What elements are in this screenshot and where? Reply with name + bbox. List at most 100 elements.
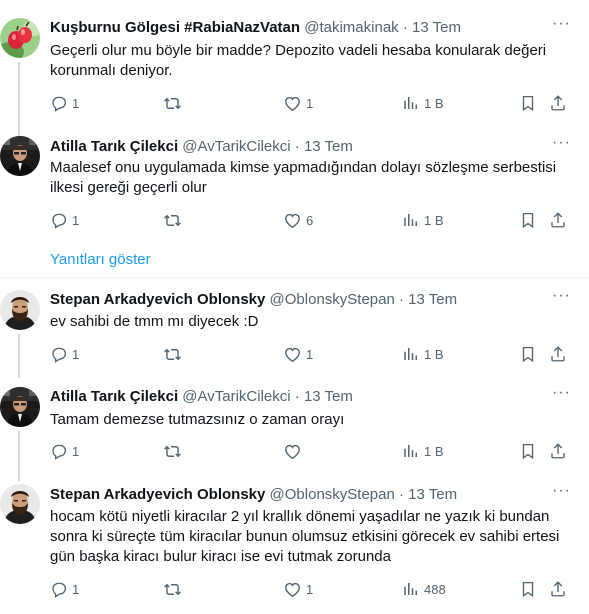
share-button[interactable] [549, 93, 567, 113]
tweet-text: Maalesef onu uygulamada kimse yapmadığın… [50, 159, 557, 196]
view-count: 488 [424, 581, 446, 597]
views-button[interactable]: 488 [402, 579, 446, 599]
timestamp[interactable]: 13 Tem [408, 291, 457, 308]
like-button[interactable]: 1 [283, 344, 313, 364]
retweet-button[interactable] [163, 210, 186, 230]
display-name[interactable]: Stepan Arkadyevich Oblonsky [50, 291, 265, 308]
tweet[interactable]: Stepan Arkadyevich Oblonsky @OblonskySte… [0, 278, 589, 378]
display-name[interactable]: Kuşburnu Gölgesi #RabiaNazVatan [50, 19, 300, 36]
user-handle[interactable]: @AvTarikCilekci [182, 138, 290, 155]
bookmark-icon [519, 345, 537, 363]
user-handle[interactable]: @takimakinak [304, 19, 398, 36]
reply-button[interactable]: 1 [50, 579, 79, 599]
reply-count: 1 [72, 443, 80, 459]
views-chart-icon [402, 580, 420, 598]
tweet-actions: 1 1 488 [50, 579, 570, 599]
separator-dot: · [294, 388, 300, 405]
user-handle[interactable]: @OblonskyStepan [270, 486, 395, 503]
rosehip-avatar-icon [0, 18, 40, 58]
user-handle[interactable]: @OblonskyStepan [270, 291, 395, 308]
bearded-man-avatar-icon [0, 290, 40, 330]
retweet-button[interactable] [163, 579, 186, 599]
reply-button[interactable]: 1 [50, 441, 79, 461]
tweet-header: Atilla Tarık Çilekci @AvTarikCilekci · 1… [50, 137, 353, 157]
timestamp[interactable]: 13 Tem [408, 486, 457, 503]
tweet[interactable]: Stepan Arkadyevich Oblonsky @OblonskySte… [0, 472, 589, 614]
retweet-button[interactable] [163, 344, 186, 364]
timestamp[interactable]: 13 Tem [304, 138, 353, 155]
views-button[interactable]: 1 B [402, 344, 444, 364]
share-button[interactable] [549, 344, 567, 364]
avatar[interactable] [0, 18, 40, 58]
reply-button[interactable]: 1 [50, 93, 79, 113]
tweet-actions: 1 1 B [50, 441, 570, 461]
bookmark-button[interactable] [519, 210, 537, 230]
share-button[interactable] [549, 210, 567, 230]
tweet[interactable]: Atilla Tarık Çilekci @AvTarikCilekci · 1… [0, 375, 589, 481]
like-button[interactable]: 6 [283, 210, 313, 230]
ellipsis-icon[interactable]: ··· [552, 133, 571, 153]
like-button[interactable] [283, 441, 306, 461]
views-chart-icon [402, 345, 420, 363]
bookmark-button[interactable] [519, 344, 537, 364]
tweet-text: hocam kötü niyetli kiracılar 2 yıl krall… [50, 508, 560, 565]
retweet-icon [163, 442, 182, 461]
retweet-icon [163, 211, 182, 230]
like-button[interactable]: 1 [283, 579, 313, 599]
tweet-text: Tamam demezse tutmazsınız o zaman orayı [50, 411, 345, 428]
separator-dot: · [399, 486, 404, 503]
avatar[interactable] [0, 290, 40, 330]
ellipsis-icon[interactable]: ··· [552, 383, 571, 403]
retweet-icon [163, 345, 182, 364]
timestamp[interactable]: 13 Tem [412, 19, 461, 36]
views-button[interactable]: 1 B [402, 93, 444, 113]
reply-button[interactable]: 1 [50, 210, 79, 230]
tweet-header: Stepan Arkadyevich Oblonsky @OblonskySte… [50, 485, 457, 505]
retweet-button[interactable] [163, 93, 186, 113]
avatar[interactable] [0, 484, 40, 524]
bearded-man-avatar-icon [0, 484, 40, 524]
like-count: 6 [306, 212, 314, 228]
avatar[interactable] [0, 387, 40, 427]
like-button[interactable]: 1 [283, 93, 313, 113]
retweet-icon [163, 580, 182, 599]
user-handle[interactable]: @AvTarikCilekci [182, 388, 290, 405]
separator-dot: · [294, 138, 300, 155]
share-button[interactable] [549, 579, 567, 599]
display-name[interactable]: Atilla Tarık Çilekci [50, 388, 178, 405]
like-count: 1 [306, 95, 314, 111]
ellipsis-icon[interactable]: ··· [552, 481, 571, 501]
heart-icon [283, 211, 302, 230]
tweet[interactable]: Kuşburnu Gölgesi #RabiaNazVatan @takimak… [0, 0, 589, 140]
reply-count: 1 [72, 581, 80, 597]
ellipsis-icon[interactable]: ··· [552, 14, 571, 34]
display-name[interactable]: Stepan Arkadyevich Oblonsky [50, 486, 265, 503]
tweet-text: Geçerli olur mu böyle bir madde? Depozit… [50, 42, 547, 79]
bookmark-button[interactable] [519, 93, 537, 113]
share-button[interactable] [549, 441, 567, 461]
retweet-icon [163, 94, 182, 113]
lawyer-office-avatar-icon [0, 387, 40, 427]
display-name[interactable]: Atilla Tarık Çilekci [50, 138, 178, 155]
share-icon [549, 442, 567, 460]
reply-icon [50, 345, 68, 363]
bookmark-button[interactable] [519, 441, 537, 461]
retweet-button[interactable] [163, 441, 186, 461]
tweet-header: Kuşburnu Gölgesi #RabiaNazVatan @takimak… [50, 18, 461, 38]
avatar[interactable] [0, 136, 40, 176]
tweet[interactable]: Atilla Tarık Çilekci @AvTarikCilekci · 1… [0, 128, 589, 238]
heart-icon [283, 94, 302, 113]
reply-button[interactable]: 1 [50, 344, 79, 364]
timestamp[interactable]: 13 Tem [304, 388, 353, 405]
views-button[interactable]: 1 B [402, 441, 444, 461]
views-button[interactable]: 1 B [402, 210, 444, 230]
bookmark-button[interactable] [519, 579, 537, 599]
share-icon [549, 345, 567, 363]
heart-icon [283, 580, 302, 599]
view-count: 1 B [424, 346, 444, 362]
bookmark-icon [519, 580, 537, 598]
like-count: 1 [306, 581, 314, 597]
show-replies-link[interactable]: Yanıtları göster [50, 250, 151, 270]
like-count: 1 [306, 346, 314, 362]
ellipsis-icon[interactable]: ··· [552, 286, 571, 306]
